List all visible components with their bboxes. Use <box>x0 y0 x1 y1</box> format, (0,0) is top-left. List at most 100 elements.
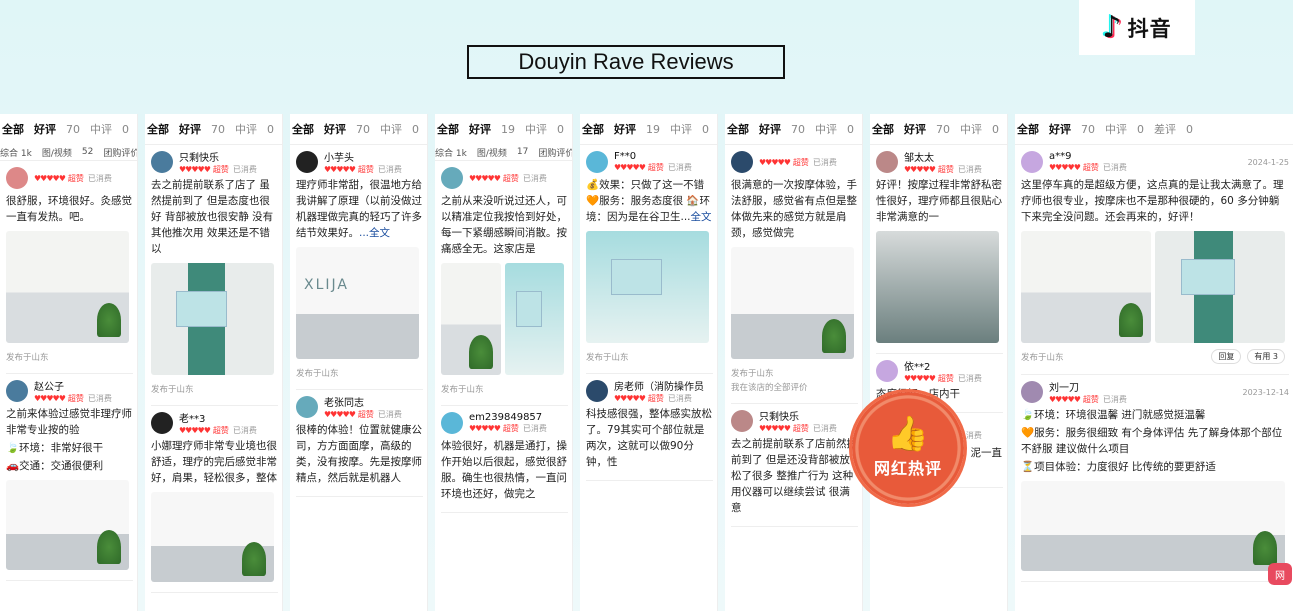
user-name[interactable]: 只剩快乐 <box>179 149 257 164</box>
user-name[interactable]: a**9 <box>1049 151 1127 162</box>
avatar[interactable] <box>6 167 28 189</box>
avatar[interactable] <box>151 412 173 434</box>
user-name[interactable]: 老张同志 <box>324 394 402 409</box>
filter-tab[interactable]: 0 <box>847 123 854 136</box>
filter-tab[interactable]: 全部 <box>292 121 314 137</box>
filter-tab[interactable]: 中评 <box>235 121 257 137</box>
sub-tab[interactable]: 52 <box>82 147 93 157</box>
review-photo[interactable] <box>1021 231 1151 343</box>
filter-tab[interactable]: 全部 <box>872 121 894 137</box>
review-photo[interactable] <box>1155 231 1285 343</box>
filter-tab[interactable]: 好评 <box>469 121 491 137</box>
review-photo[interactable] <box>876 231 999 343</box>
filter-tab[interactable]: 0 <box>1137 123 1144 136</box>
user-name[interactable]: 老**3 <box>179 410 257 425</box>
filter-tab[interactable]: 0 <box>702 123 709 136</box>
avatar[interactable] <box>586 380 608 402</box>
sub-tab[interactable]: 图/视频 <box>477 146 507 159</box>
avatar[interactable] <box>586 151 608 173</box>
filter-tab[interactable]: 70 <box>791 123 805 136</box>
user-name[interactable]: F**0 <box>614 151 692 162</box>
filter-tab[interactable]: 中评 <box>380 121 402 137</box>
filter-tab[interactable]: 好评 <box>759 121 781 137</box>
user-name[interactable]: 房老师（消防操作员 <box>614 378 704 393</box>
filter-tab[interactable]: 19 <box>501 123 515 136</box>
avatar[interactable] <box>731 151 753 173</box>
filter-tab[interactable]: 好评 <box>179 121 201 137</box>
filter-tab[interactable]: 0 <box>557 123 564 136</box>
filter-tab[interactable]: 70 <box>66 123 80 136</box>
filter-tab[interactable]: 19 <box>646 123 660 136</box>
filter-tab[interactable]: 70 <box>211 123 225 136</box>
user-name[interactable]: 赵公子 <box>34 378 112 393</box>
avatar[interactable] <box>296 396 318 418</box>
review-photo[interactable] <box>6 231 129 343</box>
review-photo[interactable] <box>151 492 274 582</box>
filter-tab[interactable]: 全部 <box>437 121 459 137</box>
sub-tab[interactable]: 17 <box>517 147 528 157</box>
review-photo[interactable] <box>151 263 274 375</box>
expand-link[interactable]: 全文 <box>691 211 712 223</box>
expand-link[interactable]: ...全文 <box>359 227 390 239</box>
filter-tab[interactable]: 好评 <box>904 121 926 137</box>
filter-tab[interactable]: 70 <box>936 123 950 136</box>
filter-tab[interactable]: 70 <box>356 123 370 136</box>
avatar[interactable] <box>6 380 28 402</box>
review-photo[interactable] <box>586 231 709 343</box>
review-photo[interactable] <box>6 480 129 570</box>
filter-tab[interactable]: 全部 <box>727 121 749 137</box>
avatar[interactable] <box>876 151 898 173</box>
avatar[interactable] <box>1021 151 1043 173</box>
review-photo[interactable]: XLIJA <box>296 247 419 359</box>
avatar[interactable] <box>441 412 463 434</box>
filter-tab[interactable]: 0 <box>122 123 129 136</box>
sub-tab[interactable]: 团购评价 <box>103 146 137 159</box>
filter-tab[interactable]: 好评 <box>1049 121 1071 137</box>
user-name[interactable]: 刘一刀 <box>1049 379 1127 394</box>
reply-button[interactable]: 回复 <box>1211 349 1242 364</box>
user-name[interactable]: em239849857 <box>469 412 547 423</box>
review-photo[interactable] <box>441 263 501 375</box>
all-reviews-link[interactable]: 我在该店的全部评价 <box>731 381 858 393</box>
user-name[interactable]: 依**2 <box>904 358 982 373</box>
review-photo[interactable] <box>1021 481 1285 571</box>
sub-tab[interactable]: 综合 1k <box>435 146 467 159</box>
avatar[interactable] <box>876 360 898 382</box>
avatar[interactable] <box>296 151 318 173</box>
filter-tab[interactable]: 中评 <box>815 121 837 137</box>
filter-tab[interactable]: 全部 <box>147 121 169 137</box>
review-photo[interactable] <box>504 263 564 375</box>
filter-tab[interactable]: 0 <box>267 123 274 136</box>
review-body: 这里停车真的是超级方便，这点真的是让我太满意了。理疗师也很专业，按摩床也不是那种… <box>1021 179 1284 223</box>
sub-tab[interactable]: 综合 1k <box>0 146 32 159</box>
filter-tab[interactable]: 中评 <box>525 121 547 137</box>
floating-action-icon[interactable]: 网 <box>1268 563 1292 585</box>
filter-tab[interactable]: 0 <box>412 123 419 136</box>
filter-tab[interactable]: 0 <box>1186 123 1193 136</box>
filter-tab[interactable]: 全部 <box>2 121 24 137</box>
user-name[interactable]: 只剩快乐 <box>759 408 837 423</box>
avatar[interactable] <box>151 151 173 173</box>
filter-tab[interactable]: 差评 <box>1154 121 1176 137</box>
filter-tab[interactable]: 中评 <box>1105 121 1127 137</box>
filter-tab[interactable]: 全部 <box>582 121 604 137</box>
avatar[interactable] <box>731 410 753 432</box>
sub-tab[interactable]: 图/视频 <box>42 146 72 159</box>
star-rating: ♥♥♥♥♥超赞已消费 <box>904 374 982 383</box>
helpful-button[interactable]: 有用 3 <box>1247 349 1285 364</box>
avatar[interactable] <box>441 167 463 189</box>
filter-tab[interactable]: 好评 <box>34 121 56 137</box>
review-photo[interactable] <box>731 247 854 359</box>
filter-tab[interactable]: 中评 <box>960 121 982 137</box>
sub-tab[interactable]: 团购评价 <box>538 146 572 159</box>
filter-tab[interactable]: 好评 <box>614 121 636 137</box>
filter-tab[interactable]: 全部 <box>1017 121 1039 137</box>
filter-tab[interactable]: 70 <box>1081 123 1095 136</box>
avatar[interactable] <box>1021 381 1043 403</box>
filter-tab[interactable]: 好评 <box>324 121 346 137</box>
filter-tab[interactable]: 中评 <box>670 121 692 137</box>
user-name[interactable]: 小芋头 <box>324 149 402 164</box>
filter-tab[interactable]: 中评 <box>90 121 112 137</box>
filter-tab[interactable]: 0 <box>992 123 999 136</box>
user-name[interactable]: 邹太太 <box>904 149 982 164</box>
